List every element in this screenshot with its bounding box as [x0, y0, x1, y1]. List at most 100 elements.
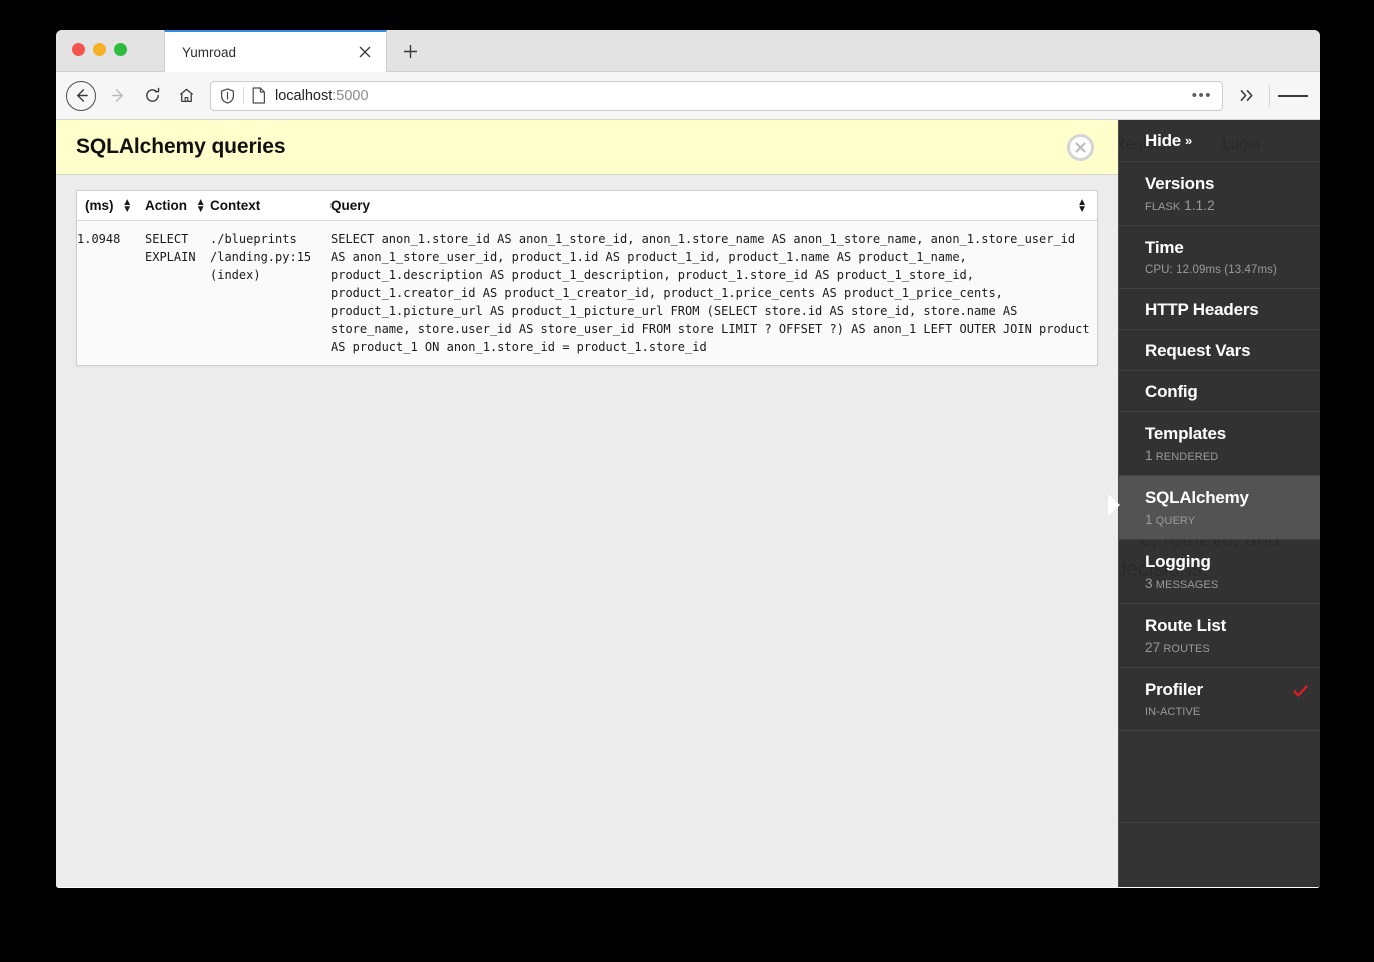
cell-duration-ms: 1.0948	[77, 232, 121, 247]
sidebar-item-logging-sub: 3 messages	[1145, 577, 1306, 592]
chevrons-right-icon: »	[1185, 133, 1193, 148]
browser-tab-strip: Yumroad	[56, 30, 1320, 72]
column-header-action-label: Action	[145, 198, 187, 213]
sidebar-item-logging[interactable]: Logging 3 messages	[1119, 540, 1320, 604]
column-header-ms-label: (ms)	[85, 198, 114, 213]
sidebar-item-templates-sub: 1 rendered	[1145, 449, 1306, 464]
shield-icon[interactable]	[220, 87, 235, 104]
sidebar-item-versions-sub: Flask 1.1.2	[1145, 199, 1306, 214]
close-circle-icon[interactable]	[1067, 133, 1094, 161]
sidebar-item-versions-label: Versions	[1145, 174, 1215, 193]
page-actions-icon[interactable]: •••	[1192, 87, 1214, 104]
toolbar-divider	[1269, 84, 1270, 107]
table-header-row: (ms) ▲▼ Action ▲▼ Context ▲▼	[77, 191, 1097, 222]
url-host: localhost	[275, 87, 333, 104]
versions-framework-version: 1.1.2	[1180, 198, 1215, 213]
sidebar-item-http-headers[interactable]: HTTP Headers	[1119, 289, 1320, 330]
sidebar-item-route-list-label: Route List	[1145, 616, 1227, 635]
sidebar-item-request-vars[interactable]: Request Vars	[1119, 330, 1320, 371]
sidebar-hide-text: Hide	[1145, 131, 1182, 150]
page-viewport: Register Login e, retrieve, and ur decis…	[56, 120, 1320, 887]
column-header-ms[interactable]: (ms) ▲ ▼	[77, 191, 145, 222]
sqlalchemy-query-count: 1	[1145, 512, 1153, 527]
hamburger-menu-icon[interactable]	[1278, 81, 1308, 111]
tab-close-icon[interactable]	[354, 41, 376, 63]
sidebar-item-profiler-sub: in-active	[1145, 706, 1201, 718]
sidebar-item-versions[interactable]: Versions Flask 1.1.2	[1119, 162, 1320, 226]
hamburger-line	[1288, 94, 1298, 97]
window-close-button[interactable]	[72, 43, 85, 56]
sidebar-item-logging-label: Logging	[1145, 552, 1211, 571]
home-icon[interactable]	[170, 80, 202, 112]
debug-toolbar-sidebar: Hide» Versions Flask 1.1.2 Time CPU: 12.…	[1108, 120, 1320, 887]
address-bar-divider	[243, 87, 244, 104]
address-bar-url: localhost:5000	[275, 88, 1192, 104]
sidebar-item-templates-label: Templates	[1145, 424, 1227, 443]
column-header-query[interactable]: Query ▲ ▼	[331, 191, 1097, 222]
route-count: 27	[1145, 640, 1161, 655]
logging-count-unit: messages	[1152, 579, 1219, 591]
debug-toolbar-panel: SQLAlchemy queries (ms) ▲ ▼ Action ▲ ▼ C…	[56, 120, 1118, 887]
cell-action-line: SELECT	[145, 232, 189, 247]
window-minimize-button[interactable]	[93, 43, 106, 56]
versions-framework-name: Flask	[1145, 201, 1181, 213]
sort-arrows-icon: ▲▼	[1077, 197, 1087, 215]
sidebar-item-route-list-sub: 27 routes	[1145, 641, 1306, 656]
new-tab-icon[interactable]	[396, 37, 424, 65]
debug-panel-body: (ms) ▲▼ Action ▲▼ Context ▲▼	[56, 175, 1118, 381]
sidebar-item-hide-label: Hide»	[1145, 130, 1306, 152]
browser-nav-toolbar: localhost:5000 •••	[56, 72, 1320, 120]
cell-action-line: EXPLAIN	[145, 250, 196, 265]
overflow-chevrons-icon[interactable]	[1233, 81, 1261, 111]
reload-icon[interactable]	[136, 80, 168, 112]
checkmark-icon[interactable]	[1293, 684, 1308, 701]
browser-tab[interactable]: Yumroad	[164, 30, 387, 72]
sidebar-item-profiler[interactable]: Profiler in-active	[1119, 668, 1320, 731]
sidebar-item-sqlalchemy-label: SQLAlchemy	[1145, 488, 1249, 507]
page-document-icon[interactable]	[252, 87, 266, 104]
sidebar-item-request-vars-label: Request Vars	[1145, 341, 1251, 360]
templates-count-unit: rendered	[1152, 451, 1219, 463]
sqlalchemy-query-table-container: (ms) ▲▼ Action ▲▼ Context ▲▼	[76, 190, 1098, 367]
templates-count: 1	[1145, 448, 1153, 463]
sidebar-item-time-label: Time	[1145, 238, 1184, 257]
address-bar[interactable]: localhost:5000 •••	[210, 80, 1223, 111]
back-arrow-icon[interactable]	[66, 80, 96, 111]
window-traffic-lights	[72, 43, 127, 56]
browser-window: Yumroad localhost:5000 ••• SQLAlchemy qu…	[56, 30, 1320, 888]
column-header-action[interactable]: Action ▲ ▼	[145, 191, 210, 222]
logging-count: 3	[1145, 576, 1153, 591]
sidebar-empty-space	[1119, 731, 1320, 823]
sort-arrows-icon: ▲▼	[195, 197, 206, 216]
forward-arrow-icon[interactable]	[102, 80, 134, 112]
sidebar-item-templates[interactable]: Templates 1 rendered	[1119, 412, 1320, 476]
column-header-context[interactable]: Context ▲▼	[210, 191, 338, 222]
sidebar-item-sqlalchemy-sub: 1 query	[1145, 513, 1306, 528]
table-body: 1.0948 SELECT EXPLAIN ./blueprints /land…	[77, 221, 1097, 366]
sort-arrows-icon: ▲▼	[122, 197, 133, 216]
hamburger-line	[1278, 94, 1288, 97]
sidebar-item-config-label: Config	[1145, 382, 1198, 401]
table-row[interactable]: 1.0948 SELECT EXPLAIN ./blueprints /land…	[77, 221, 1097, 366]
page-title: SQLAlchemy queries	[76, 135, 286, 158]
hamburger-line	[1298, 94, 1308, 97]
sidebar-item-hide[interactable]: Hide»	[1119, 120, 1320, 162]
sidebar-item-profiler-label: Profiler	[1145, 680, 1203, 699]
sidebar-item-sqlalchemy[interactable]: SQLAlchemy 1 query	[1108, 476, 1320, 540]
sidebar-item-time[interactable]: Time CPU: 12.09ms (13.47ms)	[1119, 226, 1320, 289]
sqlalchemy-query-unit: query	[1152, 515, 1196, 527]
sidebar-item-route-list[interactable]: Route List 27 routes	[1119, 604, 1320, 668]
sqlalchemy-query-table: (ms) ▲▼ Action ▲▼ Context ▲▼	[77, 191, 1097, 365]
active-panel-arrow-icon	[1108, 494, 1120, 516]
window-maximize-button[interactable]	[114, 43, 127, 56]
cell-context-line: ./blueprints	[210, 232, 297, 247]
table-header: (ms) ▲▼ Action ▲▼ Context ▲▼	[77, 191, 1097, 222]
cell-query-sql: SELECT anon_1.store_id AS anon_1_store_i…	[331, 232, 1090, 355]
url-port: :5000	[332, 87, 369, 104]
sidebar-item-time-sub: CPU: 12.09ms (13.47ms)	[1145, 264, 1277, 276]
cell-action: SELECT EXPLAIN	[145, 221, 210, 366]
cell-context-line: /landing.py:15	[210, 250, 312, 265]
sidebar-item-config[interactable]: Config	[1119, 371, 1320, 412]
debug-panel-header: SQLAlchemy queries	[56, 120, 1118, 175]
column-header-query-label: Query	[331, 198, 371, 214]
